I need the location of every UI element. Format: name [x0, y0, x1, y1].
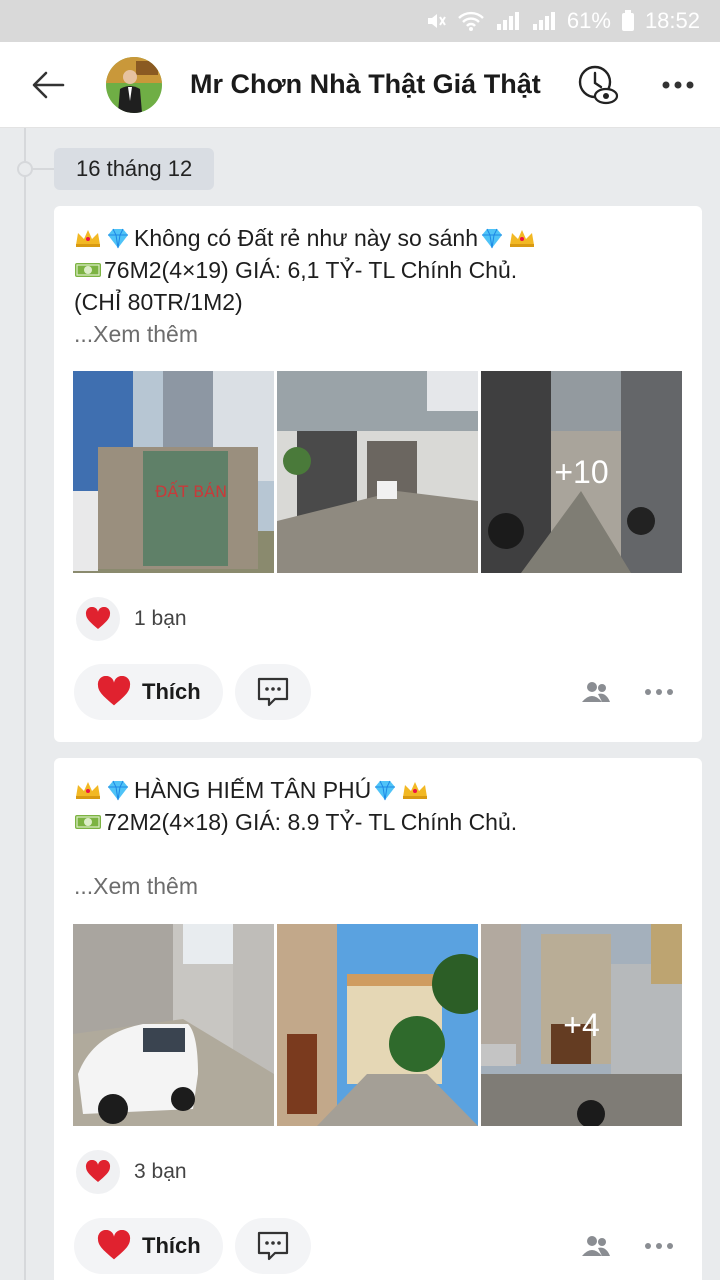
- see-more-link[interactable]: ...Xem thêm: [74, 870, 198, 902]
- page-title: Mr Chơn Nhà Thật Giá Thật: [190, 69, 541, 99]
- heart-icon: [76, 1150, 120, 1194]
- signal-icon-2: [531, 10, 557, 32]
- signal-icon: [495, 10, 521, 32]
- people-icon[interactable]: [582, 680, 610, 704]
- crown-emoji: [403, 782, 428, 799]
- more-dots-icon[interactable]: [644, 1242, 674, 1250]
- battery-icon: [621, 10, 635, 32]
- post-photo[interactable]: [73, 924, 274, 1126]
- people-icon[interactable]: [582, 1234, 610, 1258]
- diamond-emoji: [375, 780, 396, 801]
- status-bar: 61% 18:52: [0, 0, 720, 42]
- clock-eye-icon: [578, 65, 619, 104]
- like-label: Thích: [142, 679, 201, 704]
- crown-emoji: [76, 782, 100, 799]
- comment-bubble-icon: [257, 677, 288, 707]
- photo-gallery: ĐẤT BÁN +10: [73, 371, 683, 573]
- diamond-emoji: [108, 228, 128, 249]
- reactions-summary[interactable]: 3 bạn: [76, 1150, 187, 1194]
- like-label: Thích: [142, 1233, 201, 1258]
- heart-icon: [97, 1230, 131, 1260]
- wifi-icon: [457, 10, 485, 32]
- post-line-1: Không có Đất rẻ như này so sánh: [134, 225, 479, 251]
- reaction-count: 1 bạn: [134, 607, 187, 630]
- battery-percent: 61%: [566, 8, 611, 33]
- clock-time: 18:52: [644, 8, 700, 33]
- heart-icon: [97, 676, 131, 706]
- comment-button[interactable]: [234, 664, 311, 720]
- timeline-line: [24, 128, 26, 1280]
- post-line-1: HÀNG HIẾM TÂN PHÚ: [134, 777, 372, 803]
- post-line-2: 76M2(4×19) GIÁ: 6,1 TỶ- TL Chính Chủ.: [104, 257, 518, 283]
- more-photos-count[interactable]: +4: [481, 924, 682, 1126]
- comment-button[interactable]: [234, 1218, 311, 1274]
- dollar-banknote-emoji: [75, 815, 101, 829]
- post-photo[interactable]: +4: [481, 924, 682, 1126]
- mute-icon: [425, 10, 447, 32]
- like-button[interactable]: Thích: [74, 1218, 223, 1274]
- diamond-emoji: [108, 780, 128, 801]
- view-history-button[interactable]: [570, 57, 626, 113]
- reaction-count: 3 bạn: [134, 1160, 187, 1183]
- timeline-connector: [32, 168, 54, 170]
- like-button[interactable]: Thích: [74, 664, 223, 720]
- dollar-banknote-emoji: [75, 263, 101, 277]
- post-card[interactable]: Không có Đất rẻ như này so sánh 76M2(4×1…: [54, 206, 702, 742]
- arrow-left-icon: [32, 71, 65, 98]
- post-photo[interactable]: [277, 371, 478, 573]
- more-dots-icon: [662, 81, 694, 88]
- comment-bubble-icon: [257, 1231, 288, 1261]
- see-more-link[interactable]: ...Xem thêm: [74, 318, 198, 350]
- svg-text:ĐẤT BÁN: ĐẤT BÁN: [155, 480, 227, 501]
- post-photo[interactable]: ĐẤT BÁN: [73, 371, 274, 573]
- more-dots-icon[interactable]: [644, 688, 674, 696]
- post-photo[interactable]: +10: [481, 371, 682, 573]
- post-actions: Thích: [74, 664, 682, 720]
- heart-icon: [76, 597, 120, 641]
- app-bar: Mr Chơn Nhà Thật Giá Thật: [0, 42, 720, 128]
- post-photo[interactable]: [277, 924, 478, 1126]
- diamond-emoji: [482, 228, 503, 249]
- avatar[interactable]: [106, 56, 162, 113]
- more-options-button[interactable]: [650, 57, 706, 113]
- post-line-3: (CHỈ 80TR/1M2): [74, 289, 243, 315]
- date-label: 16 tháng 12: [54, 148, 215, 190]
- photo-gallery: +4: [73, 924, 683, 1126]
- timeline-dot: [17, 161, 33, 177]
- post-line-2: 72M2(4×18) GIÁ: 8.9 TỶ- TL Chính Chủ.: [104, 809, 518, 835]
- more-photos-count[interactable]: +10: [481, 371, 682, 573]
- post-text: HÀNG HIẾM TÂN PHÚ 72M2(4×18) GIÁ: 8.9 TỶ…: [54, 758, 702, 902]
- crown-emoji: [510, 230, 535, 247]
- crown-emoji: [76, 230, 100, 247]
- post-actions: Thích: [74, 1218, 682, 1274]
- back-button[interactable]: [0, 42, 96, 128]
- post-text: Không có Đất rẻ như này so sánh 76M2(4×1…: [54, 206, 702, 350]
- reactions-summary[interactable]: 1 bạn: [76, 597, 187, 641]
- post-card[interactable]: HÀNG HIẾM TÂN PHÚ 72M2(4×18) GIÁ: 8.9 TỶ…: [54, 758, 702, 1280]
